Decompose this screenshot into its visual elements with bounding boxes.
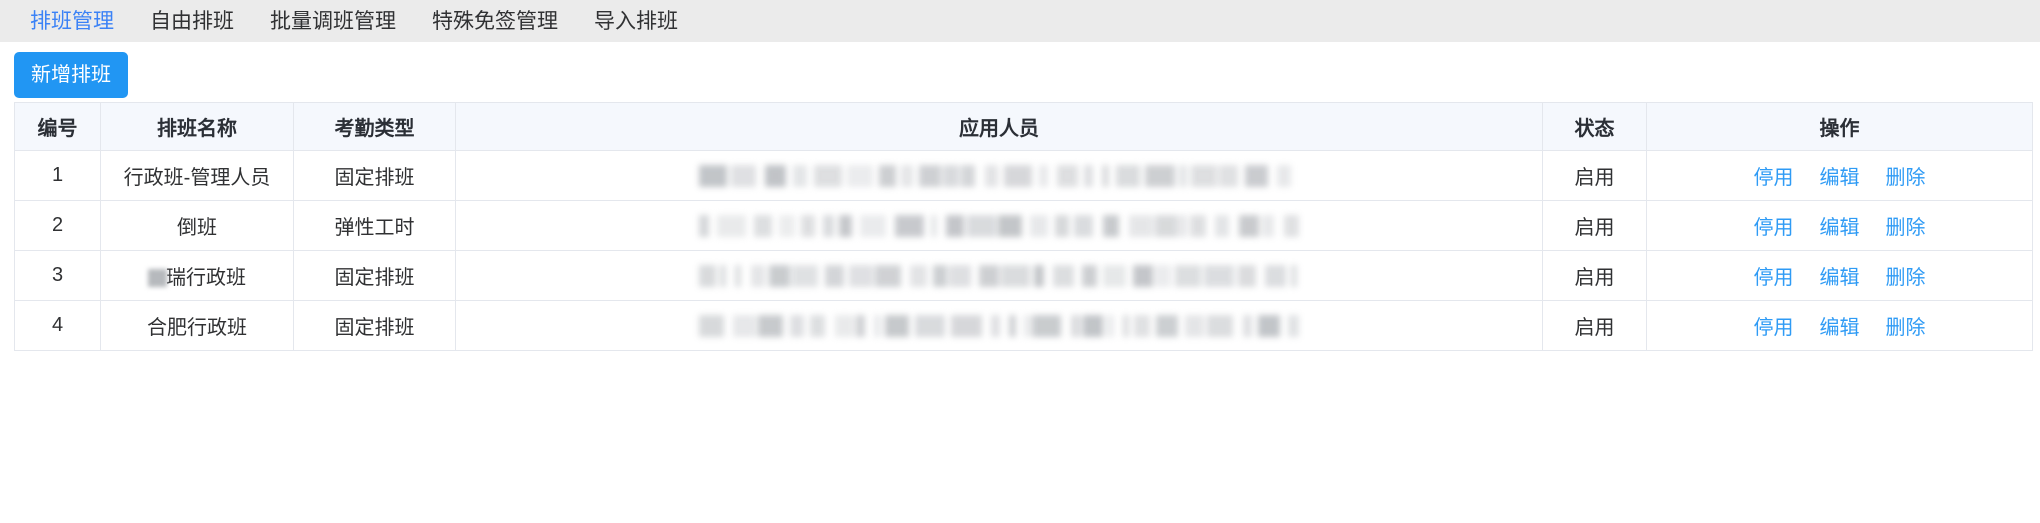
cell-ops: 停用 编辑 删除 (1646, 300, 2033, 351)
cell-name: 行政班-管理人员 (100, 150, 294, 201)
redacted-staff-text (699, 164, 1299, 187)
cell-type: 固定排班 (293, 250, 456, 301)
disable-link[interactable]: 停用 (1754, 261, 1794, 290)
col-header-state: 状态 (1542, 102, 1647, 151)
disable-link[interactable]: 停用 (1754, 311, 1794, 340)
cell-name: 倒班 (100, 200, 294, 251)
delete-link[interactable]: 删除 (1886, 161, 1926, 190)
cell-type: 固定排班 (293, 300, 456, 351)
toolbar: 新增排班 (0, 42, 2040, 100)
table-row: 1 行政班-管理人员 固定排班 启用 停用 编辑 删除 (14, 150, 2033, 201)
col-header-staff: 应用人员 (455, 102, 1543, 151)
edit-link[interactable]: 编辑 (1820, 211, 1860, 240)
table-header-row: 编号 排班名称 考勤类型 应用人员 状态 操作 (14, 102, 2033, 151)
tab-3[interactable]: 特殊免签管理 (414, 11, 576, 32)
table-head: 编号 排班名称 考勤类型 应用人员 状态 操作 (14, 102, 2033, 151)
schedule-table-wrap: 编号 排班名称 考勤类型 应用人员 状态 操作 1 行政班-管理人员 固定排班 启用停… (14, 102, 2033, 351)
cell-name-text: 瑞行政班 (166, 267, 246, 289)
tab-2[interactable]: 批量调班管理 (252, 11, 414, 32)
table-body: 1 行政班-管理人员 固定排班 启用 停用 编辑 删除 2 倒班 弹性工时 启用 停用 编辑 删除 3 瑞行政… (14, 150, 2033, 351)
table-row: 4 合肥行政班 固定排班 启用 停用 编辑 删除 (14, 300, 2033, 351)
cell-ops: 停用 编辑 删除 (1646, 200, 2033, 251)
delete-link[interactable]: 删除 (1886, 311, 1926, 340)
tab-1[interactable]: 自由排班 (132, 11, 252, 32)
redacted-staff-text (699, 214, 1299, 237)
schedule-table: 编号 排班名称 考勤类型 应用人员 状态 操作 1 行政班-管理人员 固定排班 启用停… (14, 102, 2033, 351)
cell-id: 4 (14, 300, 101, 351)
ops-group: 停用 编辑 删除 (1648, 311, 2032, 340)
tab-0[interactable]: 排班管理 (12, 11, 132, 32)
col-header-id: 编号 (14, 102, 101, 151)
cell-state: 启用 (1542, 200, 1647, 251)
add-schedule-button[interactable]: 新增排班 (14, 52, 128, 98)
cell-staff (455, 250, 1543, 301)
redacted-name-prefix (148, 269, 167, 287)
disable-link[interactable]: 停用 (1754, 211, 1794, 240)
table-row: 2 倒班 弹性工时 启用 停用 编辑 删除 (14, 200, 2033, 251)
table-row: 3 瑞行政班 固定排班 启用 停用 编辑 删除 (14, 250, 2033, 301)
tab-bar: 排班管理 自由排班 批量调班管理 特殊免签管理 导入排班 (0, 0, 2040, 42)
cell-name: 瑞行政班 (100, 250, 294, 301)
cell-id: 2 (14, 200, 101, 251)
col-header-name: 排班名称 (100, 102, 294, 151)
delete-link[interactable]: 删除 (1886, 211, 1926, 240)
tab-4[interactable]: 导入排班 (576, 11, 696, 32)
delete-link[interactable]: 删除 (1886, 261, 1926, 290)
cell-staff (455, 300, 1543, 351)
edit-link[interactable]: 编辑 (1820, 311, 1860, 340)
col-header-type: 考勤类型 (293, 102, 456, 151)
edit-link[interactable]: 编辑 (1820, 261, 1860, 290)
cell-name: 合肥行政班 (100, 300, 294, 351)
edit-link[interactable]: 编辑 (1820, 161, 1860, 190)
cell-state: 启用 (1542, 250, 1647, 301)
cell-ops: 停用 编辑 删除 (1646, 250, 2033, 301)
cell-type: 固定排班 (293, 150, 456, 201)
cell-type: 弹性工时 (293, 200, 456, 251)
cell-staff (455, 150, 1543, 201)
cell-id: 3 (14, 250, 101, 301)
cell-id: 1 (14, 150, 101, 201)
ops-group: 停用 编辑 删除 (1648, 161, 2032, 190)
cell-ops: 停用 编辑 删除 (1646, 150, 2033, 201)
cell-staff (455, 200, 1543, 251)
col-header-ops: 操作 (1646, 102, 2033, 151)
cell-state: 启用 (1542, 150, 1647, 201)
ops-group: 停用 编辑 删除 (1648, 211, 2032, 240)
redacted-staff-text (699, 264, 1299, 287)
disable-link[interactable]: 停用 (1754, 161, 1794, 190)
ops-group: 停用 编辑 删除 (1648, 261, 2032, 290)
cell-state: 启用 (1542, 300, 1647, 351)
redacted-staff-text (699, 314, 1299, 337)
